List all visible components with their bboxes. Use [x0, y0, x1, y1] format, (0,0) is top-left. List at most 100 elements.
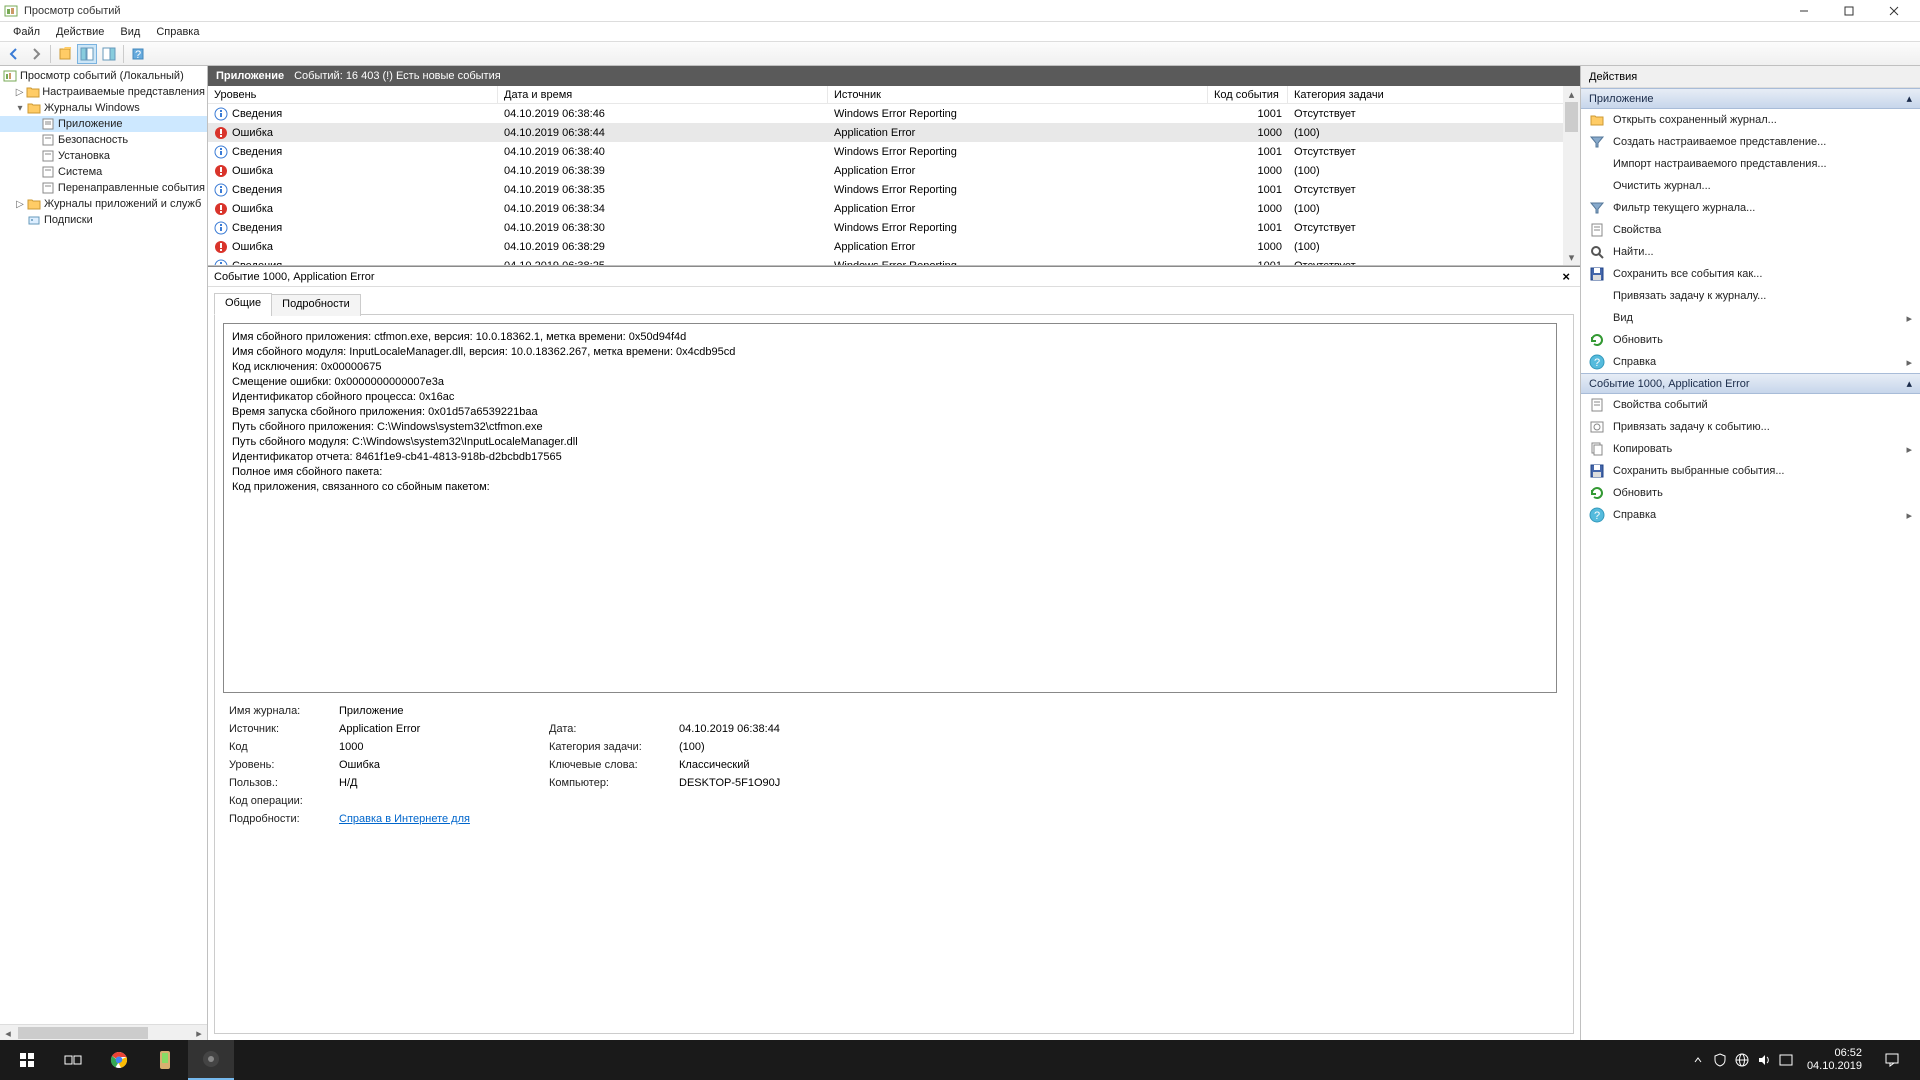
action-item[interactable]: ?Справка▸: [1581, 351, 1920, 373]
show-tree-button[interactable]: [55, 44, 75, 64]
action-item[interactable]: Создать настраиваемое представление...: [1581, 131, 1920, 153]
action-item[interactable]: Обновить: [1581, 329, 1920, 351]
tree-label: Журналы Windows: [44, 102, 140, 114]
tree-subscriptions[interactable]: Подписки: [0, 212, 207, 228]
menu-action[interactable]: Действие: [49, 24, 111, 40]
back-button[interactable]: [4, 44, 24, 64]
tree-windows-logs[interactable]: ▾ Журналы Windows: [0, 100, 207, 116]
tray-expand-icon[interactable]: [1689, 1051, 1707, 1069]
col-header-source[interactable]: Источник: [828, 86, 1208, 103]
action-item[interactable]: Привязать задачу к событию...: [1581, 416, 1920, 438]
start-button[interactable]: [4, 1040, 50, 1080]
center-pane: Приложение Событий: 16 403 (!) Есть новы…: [208, 66, 1580, 1040]
cell-date: 04.10.2019 06:38:35: [498, 184, 828, 196]
view-button-1[interactable]: [77, 44, 97, 64]
col-header-level[interactable]: Уровень: [208, 86, 498, 103]
tray-notifications-icon[interactable]: [1874, 1040, 1910, 1080]
scroll-thumb[interactable]: [18, 1027, 148, 1039]
action-item[interactable]: Свойства: [1581, 219, 1920, 241]
col-header-date[interactable]: Дата и время: [498, 86, 828, 103]
scroll-down-icon[interactable]: ▾: [1563, 249, 1580, 265]
action-item[interactable]: Сохранить все события как...: [1581, 263, 1920, 285]
table-row[interactable]: Сведения04.10.2019 06:38:25Windows Error…: [208, 256, 1580, 265]
table-row[interactable]: Сведения04.10.2019 06:38:46Windows Error…: [208, 104, 1580, 123]
tray-security-icon[interactable]: [1711, 1051, 1729, 1069]
action-label: Привязать задачу к журналу...: [1613, 290, 1766, 302]
tray-volume-icon[interactable]: [1755, 1051, 1773, 1069]
tree-log-system[interactable]: Система: [0, 164, 207, 180]
expander-icon[interactable]: ▾: [14, 103, 26, 114]
collapse-icon[interactable]: ▴: [1906, 92, 1912, 105]
tree-hscrollbar[interactable]: ◂ ▸: [0, 1024, 207, 1040]
action-label: Обновить: [1613, 487, 1663, 499]
maximize-button[interactable]: [1826, 1, 1871, 21]
menu-help[interactable]: Справка: [149, 24, 206, 40]
action-item[interactable]: Обновить: [1581, 482, 1920, 504]
task-eventviewer[interactable]: [188, 1040, 234, 1080]
action-item[interactable]: Фильтр текущего журнала...: [1581, 197, 1920, 219]
task-app-1[interactable]: [142, 1040, 188, 1080]
details-online-link[interactable]: Справка в Интернете для: [339, 813, 470, 825]
list-vscrollbar[interactable]: ▴ ▾: [1563, 86, 1580, 265]
taskview-button[interactable]: [50, 1040, 96, 1080]
tree-root[interactable]: Просмотр событий (Локальный): [0, 68, 207, 84]
action-item[interactable]: Очистить журнал...: [1581, 175, 1920, 197]
table-row[interactable]: Ошибка04.10.2019 06:38:29Application Err…: [208, 237, 1580, 256]
table-row[interactable]: Сведения04.10.2019 06:38:35Windows Error…: [208, 180, 1580, 199]
collapse-icon[interactable]: ▴: [1906, 377, 1912, 390]
help-button[interactable]: ?: [128, 44, 148, 64]
action-item[interactable]: Вид▸: [1581, 307, 1920, 329]
close-button[interactable]: [1871, 1, 1916, 21]
tray-lang-icon[interactable]: [1777, 1051, 1795, 1069]
action-item[interactable]: ?Справка▸: [1581, 504, 1920, 526]
action-item[interactable]: Открыть сохраненный журнал...: [1581, 109, 1920, 131]
tree-apps-logs[interactable]: ▷ Журналы приложений и служб: [0, 196, 207, 212]
tab-details[interactable]: Подробности: [271, 294, 361, 316]
menu-view[interactable]: Вид: [113, 24, 147, 40]
table-row[interactable]: Ошибка04.10.2019 06:38:44Application Err…: [208, 123, 1580, 142]
scroll-left-icon[interactable]: ◂: [0, 1025, 16, 1040]
toolbar-separator: [50, 45, 51, 63]
forward-button[interactable]: [26, 44, 46, 64]
view-button-2[interactable]: [99, 44, 119, 64]
detail-close-button[interactable]: ×: [1558, 269, 1574, 284]
tree-log-security[interactable]: Безопасность: [0, 132, 207, 148]
actions-header: Действия: [1581, 66, 1920, 88]
table-row[interactable]: Сведения04.10.2019 06:38:40Windows Error…: [208, 142, 1580, 161]
tray-network-icon[interactable]: [1733, 1051, 1751, 1069]
action-item[interactable]: Сохранить выбранные события...: [1581, 460, 1920, 482]
menu-file[interactable]: Файл: [6, 24, 47, 40]
tree-log-setup[interactable]: Установка: [0, 148, 207, 164]
tree-custom-views[interactable]: ▷ Настраиваемые представления: [0, 84, 207, 100]
tree-log-forwarded[interactable]: Перенаправленные события: [0, 180, 207, 196]
prop-label: Компьютер:: [549, 777, 669, 789]
table-row[interactable]: Сведения04.10.2019 06:38:30Windows Error…: [208, 218, 1580, 237]
col-header-task[interactable]: Категория задачи: [1288, 86, 1580, 103]
tray-clock[interactable]: 06:52 04.10.2019: [1799, 1047, 1870, 1073]
description-line: Путь сбойного модуля: C:\Windows\system3…: [232, 435, 1548, 450]
scroll-up-icon[interactable]: ▴: [1563, 86, 1580, 102]
action-item[interactable]: Найти...: [1581, 241, 1920, 263]
system-tray: 06:52 04.10.2019: [1689, 1040, 1916, 1080]
actions-section-event[interactable]: Событие 1000, Application Error ▴: [1581, 373, 1920, 394]
table-row[interactable]: Ошибка04.10.2019 06:38:39Application Err…: [208, 161, 1580, 180]
action-item[interactable]: Импорт настраиваемого представления...: [1581, 153, 1920, 175]
task-chrome[interactable]: [96, 1040, 142, 1080]
tab-general[interactable]: Общие: [214, 293, 272, 315]
col-header-eventid[interactable]: Код события: [1208, 86, 1288, 103]
action-label: Сохранить выбранные события...: [1613, 465, 1785, 477]
svg-text:?: ?: [1594, 510, 1600, 522]
expander-icon[interactable]: ▷: [14, 199, 26, 210]
actions-section-application[interactable]: Приложение ▴: [1581, 88, 1920, 109]
scroll-right-icon[interactable]: ▸: [191, 1025, 207, 1040]
action-item[interactable]: Свойства событий: [1581, 394, 1920, 416]
action-item[interactable]: Копировать▸: [1581, 438, 1920, 460]
table-row[interactable]: Ошибка04.10.2019 06:38:34Application Err…: [208, 199, 1580, 218]
prop-label: Подробности:: [229, 813, 329, 825]
action-item[interactable]: Привязать задачу к журналу...: [1581, 285, 1920, 307]
tree-log-application[interactable]: Приложение: [0, 116, 207, 132]
minimize-button[interactable]: [1781, 1, 1826, 21]
scroll-thumb[interactable]: [1565, 102, 1578, 132]
eventviewer-icon: [2, 69, 18, 83]
expander-icon[interactable]: ▷: [14, 87, 25, 98]
